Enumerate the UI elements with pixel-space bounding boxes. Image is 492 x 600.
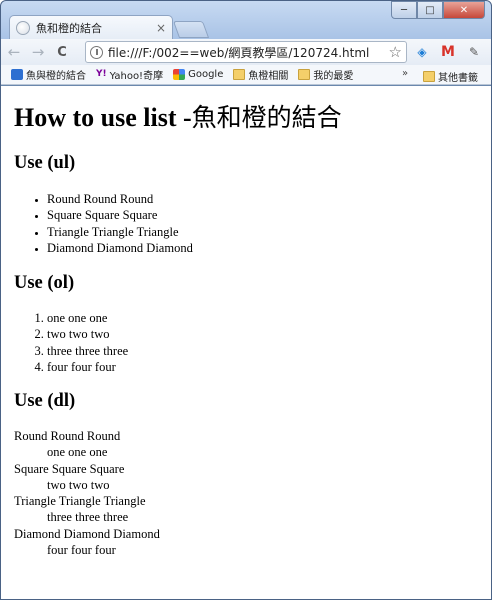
bookmark-label: 其他書籤	[438, 73, 478, 84]
tab-close-icon[interactable]: ×	[156, 21, 166, 35]
page-title: How to use list -魚和橙的結合	[14, 103, 342, 133]
definition-description: four four four	[47, 543, 116, 558]
page-title-cjk: 魚和橙的結合	[191, 103, 342, 132]
reload-button[interactable]: C	[51, 41, 73, 63]
bookmark-label: 魚與橙的結合	[26, 71, 86, 82]
bookmark-star-icon[interactable]: ☆	[389, 43, 402, 61]
page-viewport: How to use list -魚和橙的結合 Use (ul) Round R…	[1, 86, 491, 599]
navigation-toolbar: ← → C file:///F:/002==web/網頁教學區/120724.h…	[1, 39, 491, 65]
list-item: Triangle Triangle Triangle	[47, 224, 193, 240]
bookmark-item[interactable]: Y! Yahoo!奇摩	[96, 67, 163, 82]
bookmark-folder[interactable]: 我的最愛	[298, 67, 353, 82]
wrench-menu-icon[interactable]: ✎	[465, 43, 483, 61]
list-item: four four four	[47, 359, 128, 375]
folder-icon	[423, 71, 435, 82]
ul-heading: Use (ul)	[14, 153, 76, 173]
tab-title: 魚和橙的結合	[36, 21, 102, 35]
ordered-list: one one one two two two three three thre…	[47, 310, 128, 375]
maximize-button[interactable]: □	[417, 1, 443, 19]
unordered-list: Round Round Round Square Square Square T…	[47, 191, 193, 256]
list-item: one one one	[47, 310, 128, 326]
bookmark-item[interactable]: Google	[173, 69, 223, 80]
list-item: Diamond Diamond Diamond	[47, 240, 193, 256]
bookmark-folder[interactable]: 魚橙相關	[233, 67, 288, 82]
definition-description: two two two	[47, 477, 110, 492]
address-bar[interactable]: file:///F:/002==web/網頁教學區/120724.html ☆	[85, 41, 407, 63]
blue-bookmark-icon	[11, 69, 23, 80]
minimize-button[interactable]: ─	[391, 1, 417, 19]
page-title-latin: How to use list -	[14, 103, 192, 132]
bookmark-label: Yahoo!奇摩	[109, 71, 164, 82]
gmail-extension-icon[interactable]: M	[439, 43, 457, 61]
definition-description: one one one	[47, 445, 108, 460]
ol-heading: Use (ol)	[14, 273, 75, 293]
close-window-button[interactable]: ✕	[443, 1, 485, 19]
url-text[interactable]: file:///F:/002==web/網頁教學區/120724.html	[108, 44, 387, 61]
definition-term: Diamond Diamond Diamond	[14, 526, 160, 541]
list-item: two two two	[47, 326, 128, 342]
page-favicon-icon	[16, 20, 30, 35]
bookmark-label: 我的最愛	[313, 71, 354, 82]
definition-description: three three three	[47, 510, 129, 525]
back-button[interactable]: ←	[3, 41, 25, 63]
definition-term: Round Round Round	[14, 429, 121, 443]
translate-extension-icon[interactable]: ◈	[413, 43, 431, 61]
title-bar: 魚和橙的結合 × ─ □ ✕	[1, 1, 491, 39]
bookmark-label: Google	[188, 69, 224, 80]
new-tab-button[interactable]	[172, 21, 210, 38]
definition-term: Triangle Triangle Triangle	[14, 494, 146, 509]
list-item: Round Round Round	[47, 191, 193, 207]
bookmarks-bar: 魚與橙的結合 Y! Yahoo!奇摩 Google 魚橙相關 我的最愛 » 其他…	[1, 65, 491, 85]
other-bookmarks-folder[interactable]: 其他書籤	[423, 69, 478, 84]
bookmarks-overflow-button[interactable]: »	[402, 68, 408, 79]
folder-icon	[233, 69, 246, 80]
definition-term: Square Square Square	[14, 461, 125, 476]
active-tab[interactable]: 魚和橙的結合 ×	[9, 15, 173, 39]
dl-heading: Use (dl)	[14, 391, 76, 411]
list-item: three three three	[47, 343, 128, 359]
definition-list: Round Round Round one one one Square Squ…	[14, 428, 160, 558]
yahoo-icon: Y!	[96, 69, 107, 79]
bookmark-label: 魚橙相關	[248, 71, 289, 82]
page-info-icon[interactable]	[90, 45, 103, 59]
list-item: Square Square Square	[47, 207, 193, 223]
browser-window: 魚和橙的結合 × ─ □ ✕ ← → C file:///F:/002==web…	[0, 0, 492, 600]
google-icon	[173, 69, 186, 80]
window-controls: ─ □ ✕	[391, 1, 485, 19]
bookmark-item[interactable]: 魚與橙的結合	[11, 67, 86, 82]
forward-button[interactable]: →	[27, 41, 49, 63]
folder-icon	[298, 69, 311, 80]
